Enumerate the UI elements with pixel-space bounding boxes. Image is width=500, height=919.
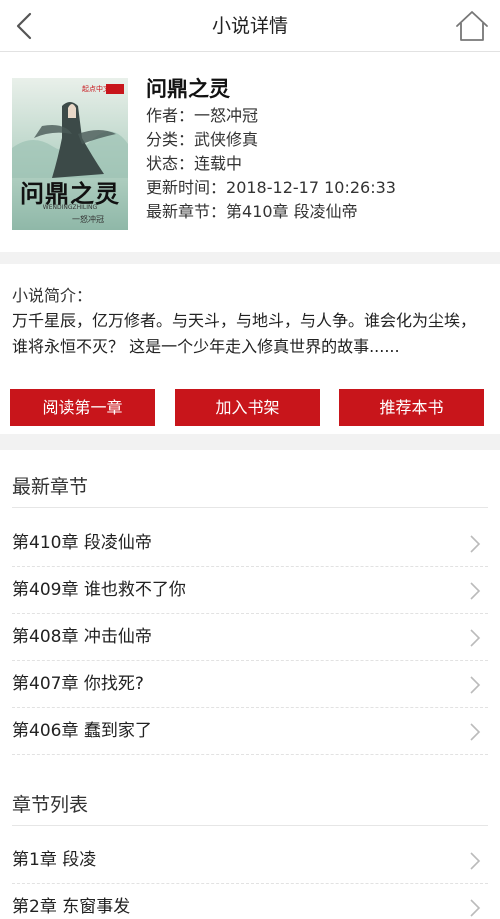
updated-label: 更新时间：: [146, 178, 227, 197]
chapter-title: 第409章 谁也救不了你: [12, 580, 186, 600]
chapter-list-item[interactable]: 第410章 段凌仙帝: [12, 520, 488, 567]
chapter-list-item[interactable]: 第2章 东窗事发: [12, 884, 488, 919]
divider: [12, 507, 488, 508]
chapter-title: 第410章 段凌仙帝: [12, 533, 152, 553]
chevron-right-icon: [470, 676, 481, 694]
cover-subtitle: WENDINGZHILING: [42, 204, 98, 211]
chapter-title: 第406章 蠢到家了: [12, 721, 152, 741]
book-title: 问鼎之灵: [146, 77, 230, 101]
section-divider: [0, 434, 500, 450]
chevron-right-icon: [470, 535, 481, 553]
chapter-list-item[interactable]: 第409章 谁也救不了你: [12, 567, 488, 614]
category-value: 武侠修真: [194, 130, 259, 149]
book-meta: 问鼎之灵 作者：一怒冲冠 分类：武侠修真 状态：连载中 更新时间：2018-12…: [146, 74, 490, 224]
author-value: 一怒冲冠: [194, 106, 259, 125]
latest-chapters-section: 最新章节 第410章 段凌仙帝 第409章 谁也救不了你 第408章 冲击仙帝 …: [0, 450, 500, 919]
author-label: 作者：: [146, 106, 195, 125]
read-first-chapter-button[interactable]: 阅读第一章: [10, 389, 155, 426]
chapter-list-item[interactable]: 第1章 段凌: [12, 837, 488, 884]
add-to-shelf-button[interactable]: 加入书架: [175, 389, 320, 426]
chevron-right-icon: [470, 723, 481, 741]
chapter-title: 第408章 冲击仙帝: [12, 627, 152, 647]
intro-label: 小说简介：: [12, 286, 93, 305]
chapter-list-item[interactable]: 第408章 冲击仙帝: [12, 614, 488, 661]
chevron-right-icon: [470, 852, 481, 870]
home-button[interactable]: [452, 6, 492, 46]
latest-section-title: 最新章节: [12, 476, 89, 498]
intro-text: 万千星辰，亿万修者。与天斗，与地斗，与人争。谁会化为尘埃，谁将永恒不灭？ 这是一…: [12, 311, 477, 356]
latest-chapter-row: 最新章节：第410章 段凌仙帝: [146, 200, 490, 224]
page-title: 小说详情: [211, 15, 288, 37]
top-bar: 小说详情: [0, 0, 500, 52]
cover-publisher: 起点中文网: [82, 85, 117, 93]
status-label: 状态：: [146, 154, 195, 173]
chapter-list-item[interactable]: 第407章 你找死?: [12, 661, 488, 708]
cover-author: 一怒冲冠: [72, 215, 104, 224]
chapter-list-title: 章节列表: [12, 794, 89, 816]
chapter-title: 第2章 东窗事发: [12, 897, 131, 917]
status-value: 连载中: [194, 154, 243, 173]
latest-value: 第410章 段凌仙帝: [226, 202, 358, 221]
intro-section: 小说简介： 万千星辰，亿万修者。与天斗，与地斗，与人争。谁会化为尘埃，谁将永恒不…: [0, 264, 500, 434]
chapter-title: 第407章 你找死?: [12, 674, 144, 694]
chevron-right-icon: [470, 899, 481, 917]
divider: [12, 825, 488, 826]
section-divider: [0, 252, 500, 264]
chapter-list-item[interactable]: 第406章 蠢到家了: [12, 708, 488, 755]
category-label: 分类：: [146, 130, 195, 149]
chevron-right-icon: [470, 582, 481, 600]
status-row: 状态：连载中: [146, 152, 490, 176]
chapter-title: 第1章 段凌: [12, 850, 97, 870]
latest-label: 最新章节：: [146, 202, 227, 221]
author-row: 作者：一怒冲冠: [146, 104, 490, 128]
chevron-right-icon: [470, 629, 481, 647]
home-icon: [456, 11, 488, 41]
recommend-book-button[interactable]: 推荐本书: [339, 389, 484, 426]
book-info-panel: 起点中文网 问鼎之灵 WENDINGZHILING 一怒冲冠 问鼎之灵 作者：一…: [0, 52, 500, 252]
updated-row: 更新时间：2018-12-17 10:26:33: [146, 176, 490, 200]
category-row: 分类：武侠修真: [146, 128, 490, 152]
updated-value: 2018-12-17 10:26:33: [226, 178, 396, 197]
book-cover-image[interactable]: 起点中文网 问鼎之灵 WENDINGZHILING 一怒冲冠: [12, 78, 128, 230]
